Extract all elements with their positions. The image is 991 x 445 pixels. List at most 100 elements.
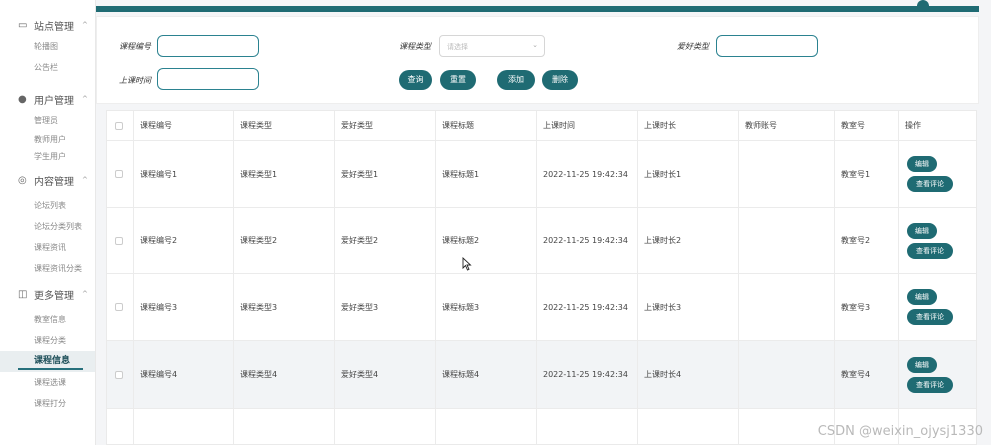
cell-course-type: 课程类型3 (234, 274, 335, 340)
sidebar-group-more[interactable]: ◫ 更多管理 ^ (0, 283, 95, 305)
sidebar-item-admin[interactable]: 管理员 (0, 110, 95, 131)
row-checkbox[interactable] (115, 370, 123, 379)
reset-button[interactable]: 重置 (440, 70, 476, 90)
course-no-label: 课程编号 (119, 42, 151, 51)
sidebar-item-forum-category[interactable]: 论坛分类列表 (0, 216, 95, 237)
class-time-label: 上课时间 (119, 76, 151, 85)
watermark: CSDN @weixin_ojysj1330 (817, 424, 983, 439)
sidebar-item-classroom[interactable]: 教室信息 (0, 309, 95, 330)
edit-button[interactable]: 编辑 (907, 289, 937, 305)
cell-classroom: 教室号4 (835, 341, 899, 408)
table-cell (436, 409, 537, 444)
search-panel: 课程编号 课程类型 请选择 ⌄ 爱好类型 上课时间 查询 重置 添加 删除 (96, 16, 979, 104)
sidebar-group-label: 用户管理 (34, 95, 74, 107)
mouse-cursor-icon (462, 257, 472, 271)
table-header: 课程编号 课程类型 爱好类型 课程标题 上课时间 上课时长 教师账号 教室号 操… (107, 111, 976, 141)
course-type-label: 课程类型 (399, 42, 431, 51)
cell-class-time: 2022-11-25 19:42:34 (537, 274, 638, 340)
cell-class-time: 2022-11-25 19:42:34 (537, 141, 638, 207)
cell-course-title: 课程标题4 (436, 341, 537, 408)
hobby-type-input[interactable] (716, 35, 818, 57)
sidebar-item-carousel[interactable]: 轮播图 (0, 36, 95, 57)
column-header: 教室号 (835, 111, 899, 140)
cell-course-no: 课程编号1 (134, 141, 234, 207)
column-header: 爱好类型 (335, 111, 436, 140)
select-all-checkbox[interactable] (115, 121, 123, 130)
hobby-type-label: 爱好类型 (677, 42, 709, 51)
cell-duration: 上课时长2 (638, 208, 739, 273)
row-checkbox[interactable] (115, 303, 123, 311)
monitor-icon: ▭ (18, 19, 28, 31)
more-icon: ◫ (18, 288, 28, 300)
view-comments-button[interactable]: 查看评论 (907, 309, 953, 325)
cell-classroom: 教室号1 (835, 141, 899, 207)
add-button[interactable]: 添加 (497, 70, 535, 90)
column-header: 上课时长 (638, 111, 739, 140)
table-cell (234, 409, 335, 444)
cell-course-title: 课程标题1 (436, 141, 537, 207)
row-checkbox[interactable] (115, 170, 123, 178)
sidebar-item-notice[interactable]: 公告栏 (0, 57, 95, 78)
table-cell (537, 409, 638, 444)
sidebar: ▭ 站点管理 ^ 轮播图 公告栏 ● 用户管理 ^ 管理员 教师用户 学生用户 … (0, 0, 96, 445)
edit-button[interactable]: 编辑 (907, 356, 937, 373)
column-header: 课程标题 (436, 111, 537, 140)
chevron-up-icon: ^ (82, 176, 88, 184)
sidebar-item-course-news[interactable]: 课程资讯 (0, 237, 95, 258)
cell-duration: 上课时长1 (638, 141, 739, 207)
sidebar-item-forum[interactable]: 论坛列表 (0, 195, 95, 216)
edit-button[interactable]: 编辑 (907, 156, 937, 172)
sidebar-item-course-info[interactable]: 课程信息 (0, 351, 95, 372)
cell-actions: 编辑 查看评论 (899, 208, 976, 273)
sidebar-group-content[interactable]: ◎ 内容管理 ^ (0, 169, 95, 191)
table-cell (638, 409, 739, 444)
column-header: 课程类型 (234, 111, 335, 140)
cell-course-no: 课程编号2 (134, 208, 234, 273)
delete-button[interactable]: 删除 (542, 70, 578, 90)
chevron-down-icon: ⌄ (532, 41, 538, 49)
row-checkbox-cell[interactable] (107, 208, 134, 273)
content-icon: ◎ (18, 174, 27, 186)
row-checkbox-cell[interactable] (107, 274, 134, 340)
sidebar-group-label: 更多管理 (34, 290, 74, 302)
cell-duration: 上课时长3 (638, 274, 739, 340)
cell-teacher-account (739, 208, 835, 273)
avatar[interactable] (917, 0, 929, 12)
query-button[interactable]: 查询 (399, 70, 432, 90)
cell-classroom: 教室号3 (835, 274, 899, 340)
course-no-input[interactable] (157, 35, 259, 57)
sidebar-group-site[interactable]: ▭ 站点管理 ^ (0, 14, 95, 36)
table-row: 课程编号4 课程类型4 爱好类型4 课程标题4 2022-11-25 19:42… (107, 341, 976, 409)
row-checkbox-cell[interactable] (107, 409, 134, 444)
sidebar-item-students[interactable]: 学生用户 (0, 148, 95, 165)
row-checkbox-cell[interactable] (107, 141, 134, 207)
edit-button[interactable]: 编辑 (907, 222, 937, 239)
cell-course-type: 课程类型4 (234, 341, 335, 408)
column-header: 上课时间 (537, 111, 638, 140)
view-comments-button[interactable]: 查看评论 (907, 242, 953, 259)
course-type-select[interactable]: 请选择 ⌄ (439, 35, 545, 57)
header-checkbox-cell[interactable] (107, 111, 134, 140)
sidebar-group-users[interactable]: ● 用户管理 ^ (0, 88, 95, 110)
view-comments-button[interactable]: 查看评论 (907, 176, 953, 192)
sidebar-item-course-selection[interactable]: 课程选课 (0, 372, 95, 393)
course-table: 课程编号 课程类型 爱好类型 课程标题 上课时间 上课时长 教师账号 教室号 操… (106, 110, 977, 445)
sidebar-item-course-rating[interactable]: 课程打分 (0, 393, 95, 414)
row-checkbox[interactable] (115, 236, 123, 245)
sidebar-item-course-category[interactable]: 课程分类 (0, 330, 95, 351)
cell-teacher-account (739, 341, 835, 408)
view-comments-button[interactable]: 查看评论 (907, 376, 953, 393)
column-header: 课程编号 (134, 111, 234, 140)
table-cell (134, 409, 234, 444)
cell-hobby-type: 爱好类型1 (335, 141, 436, 207)
sidebar-item-course-news-category[interactable]: 课程资讯分类 (0, 258, 95, 279)
chevron-up-icon: ^ (82, 95, 88, 103)
sidebar-item-teachers[interactable]: 教师用户 (0, 131, 95, 148)
class-time-input[interactable] (157, 68, 259, 90)
row-checkbox-cell[interactable] (107, 341, 134, 408)
cell-course-no: 课程编号3 (134, 274, 234, 340)
cell-hobby-type: 爱好类型2 (335, 208, 436, 273)
chevron-up-icon: ^ (82, 290, 88, 298)
cell-course-no: 课程编号4 (134, 341, 234, 408)
cell-classroom: 教室号2 (835, 208, 899, 273)
